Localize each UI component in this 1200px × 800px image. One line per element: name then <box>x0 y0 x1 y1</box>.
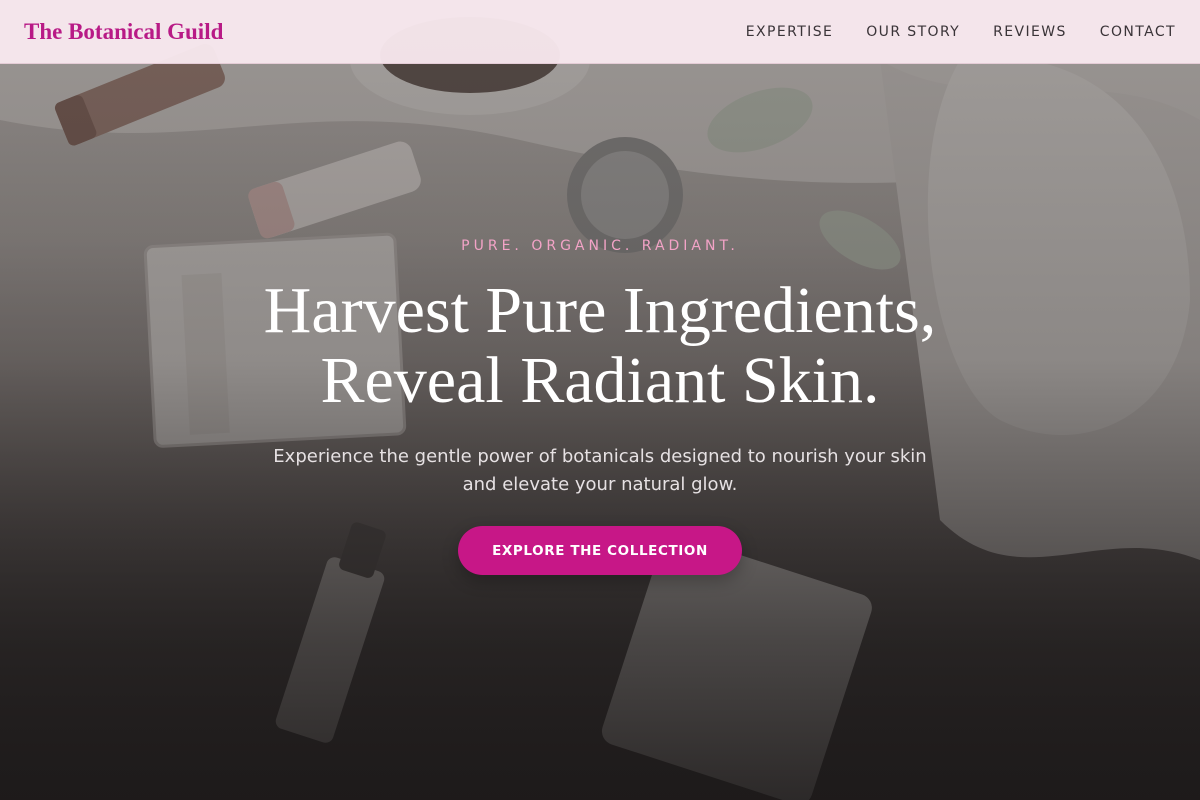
explore-collection-button[interactable]: EXPLORE THE COLLECTION <box>458 526 742 575</box>
hero-headline-line-2: Reveal Radiant Skin. <box>320 344 880 417</box>
nav-link-expertise[interactable]: EXPERTISE <box>746 24 833 40</box>
hero-subtext: Experience the gentle power of botanical… <box>273 446 927 495</box>
hero-headline: Harvest Pure Ingredients, Reveal Radiant… <box>0 276 1200 416</box>
nav-link-reviews[interactable]: REVIEWS <box>993 24 1067 40</box>
hero-eyebrow: PURE. ORGANIC. RADIANT. <box>461 238 739 254</box>
hero-section: PURE. ORGANIC. RADIANT. Harvest Pure Ing… <box>0 0 1200 800</box>
hero-headline-line-1: Harvest Pure Ingredients, <box>263 274 937 347</box>
nav-link-contact[interactable]: CONTACT <box>1100 24 1176 40</box>
main-nav: EXPERTISE OUR STORY REVIEWS CONTACT <box>746 24 1176 40</box>
site-header: The Botanical Guild EXPERTISE OUR STORY … <box>0 0 1200 64</box>
brand-logo[interactable]: The Botanical Guild <box>24 19 223 45</box>
nav-link-our-story[interactable]: OUR STORY <box>866 24 960 40</box>
